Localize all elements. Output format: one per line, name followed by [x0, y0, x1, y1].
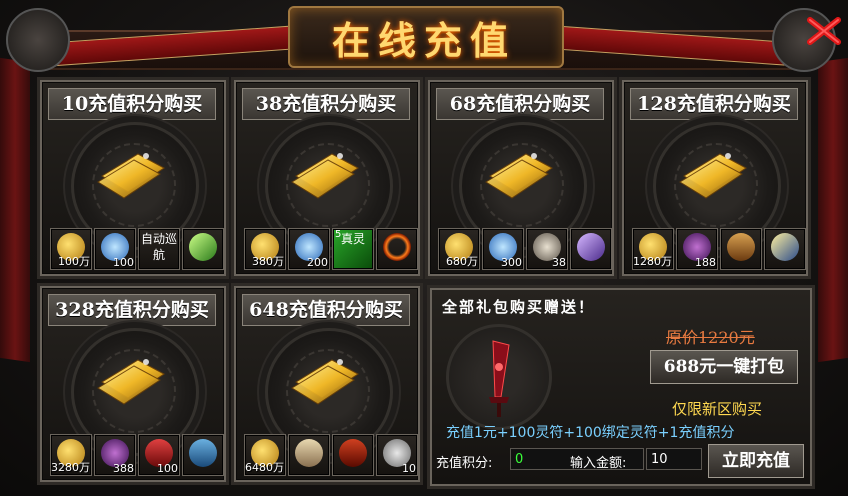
reward-quantity: 3280万 — [51, 461, 90, 474]
gold-ingot-icon — [676, 142, 752, 202]
reward-quantity: 680万 — [446, 255, 478, 268]
reward-slot[interactable]: 6480万 — [244, 434, 286, 476]
treasure-chest-icon — [727, 233, 755, 261]
package-card[interactable]: 38充值积分购买 380万 200 真灵 5 — [234, 80, 420, 276]
green-dagger-icon — [189, 233, 217, 261]
page-title: 在线充值 — [331, 18, 516, 63]
reward-slot[interactable] — [570, 228, 612, 270]
reward-slot[interactable] — [720, 228, 762, 270]
reward-slot[interactable]: 自动巡航 — [138, 228, 180, 270]
fire-ring-icon — [383, 233, 411, 261]
package-card[interactable]: 128充值积分购买 1280万 188 — [622, 80, 808, 276]
promo-emblem — [446, 324, 552, 430]
reward-quantity: 380万 — [252, 255, 284, 268]
reward-slot[interactable] — [182, 434, 224, 476]
golden-dagger-icon — [771, 233, 799, 261]
reward-slot[interactable] — [182, 228, 224, 270]
package-title: 68充值积分购买 — [436, 88, 604, 120]
bundle-purchase-button[interactable]: 688元一键打包 — [650, 350, 798, 384]
reward-quantity: 300 — [501, 256, 522, 269]
reward-quantity: 100 — [157, 462, 178, 475]
package-title: 10充值积分购买 — [48, 88, 216, 120]
points-label: 充值积分: — [436, 456, 493, 471]
reward-slot[interactable] — [764, 228, 806, 270]
gold-ingot-icon — [94, 142, 170, 202]
reward-slot[interactable]: 38 — [526, 228, 568, 270]
gold-ingot-icon — [288, 348, 364, 408]
reward-slot[interactable]: 100万 — [50, 228, 92, 270]
reward-text: 自动巡航 — [140, 232, 177, 262]
blue-book-icon — [189, 439, 217, 467]
reward-slot[interactable]: 3280万 — [50, 434, 92, 476]
reward-slot[interactable]: 388 — [94, 434, 136, 476]
package-title: 128充值积分购买 — [630, 88, 798, 120]
promo-description: 充值1元+100灵符+100绑定灵符+1充值积分 — [446, 425, 735, 441]
crimson-sword-icon — [489, 340, 510, 417]
reward-slot[interactable]: 188 — [676, 228, 718, 270]
reward-slot[interactable] — [288, 434, 330, 476]
reward-quantity: 6480万 — [245, 461, 284, 474]
scroll-icon — [295, 439, 323, 467]
reward-quantity: 100万 — [58, 255, 90, 268]
reward-slot[interactable]: 1280万 — [632, 228, 674, 270]
amount-input[interactable]: 10 — [646, 448, 702, 470]
package-title: 328充值积分购买 — [48, 294, 216, 326]
package-title: 648充值积分购买 — [242, 294, 410, 326]
left-curtain — [0, 57, 30, 363]
amount-label: 输入金额: — [570, 456, 627, 471]
reward-badge: 5 — [335, 229, 342, 240]
original-price: 原价1220元 — [666, 328, 755, 347]
reward-quantity: 10 — [402, 462, 416, 475]
reward-quantity: 1280万 — [633, 255, 672, 268]
reward-slot[interactable] — [332, 434, 374, 476]
promo-heading: 全部礼包购买赠送！ — [442, 298, 596, 316]
recharge-bar: 充值积分: 0 输入金额: 10 立即充值 — [430, 444, 812, 480]
reward-slot[interactable]: 680万 — [438, 228, 480, 270]
package-card[interactable]: 328充值积分购买 3280万 388 100 — [40, 286, 226, 482]
reward-slot[interactable]: 200 — [288, 228, 330, 270]
close-icon — [807, 17, 841, 45]
reward-slot[interactable]: 100 — [138, 434, 180, 476]
recharge-now-button[interactable]: 立即充值 — [708, 444, 804, 478]
package-card[interactable]: 10充值积分购买 100万 100 自动巡航 — [40, 80, 226, 276]
reward-quantity: 38 — [552, 256, 566, 269]
reward-quantity: 200 — [307, 256, 328, 269]
package-card[interactable]: 648充值积分购买 6480万 10 — [234, 286, 420, 482]
reward-slot[interactable] — [376, 228, 418, 270]
package-title: 38充值积分购买 — [242, 88, 410, 120]
reward-slot[interactable]: 100 — [94, 228, 136, 270]
reward-slot[interactable]: 300 — [482, 228, 524, 270]
reward-quantity: 188 — [695, 256, 716, 269]
right-curtain — [818, 57, 848, 363]
gold-ingot-icon — [482, 142, 558, 202]
reward-quantity: 100 — [113, 256, 134, 269]
package-card[interactable]: 68充值积分购买 680万 300 38 — [428, 80, 614, 276]
purple-dagger-icon — [577, 233, 605, 261]
reward-slot[interactable]: 10 — [376, 434, 418, 476]
reward-quantity: 388 — [113, 462, 134, 475]
dragon-ornament-icon — [6, 8, 70, 72]
recharge-panel: 在线充值 10充值积分购买 100万 100 自动巡航 38充值积分购买 380万 20… — [0, 0, 848, 496]
gold-ingot-icon — [288, 142, 364, 202]
reward-slot[interactable]: 380万 — [244, 228, 286, 270]
gold-ingot-icon — [94, 348, 170, 408]
close-button[interactable] — [806, 16, 842, 46]
red-chest-icon — [339, 439, 367, 467]
reward-slot[interactable]: 真灵 5 — [332, 228, 374, 270]
new-server-notice: 仅限新区购买 — [672, 400, 763, 418]
